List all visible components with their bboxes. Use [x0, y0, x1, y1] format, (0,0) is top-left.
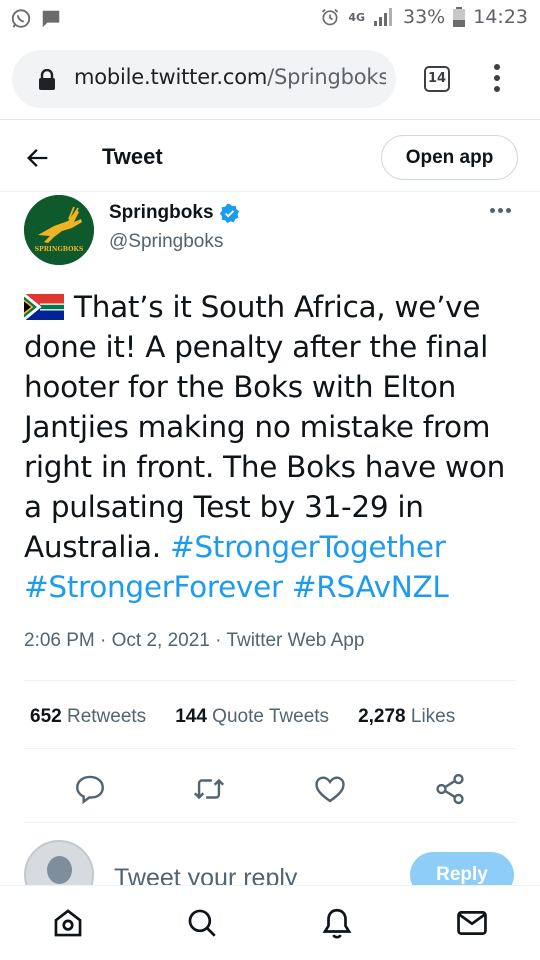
author-name[interactable]: Springboks — [109, 202, 240, 224]
hashtag-link[interactable]: #RSAvNZL — [292, 570, 449, 604]
clock: 14:23 — [473, 6, 528, 28]
messages-icon[interactable] — [455, 906, 489, 940]
springbok-logo-icon: SPRINGBOKS — [24, 195, 94, 265]
tweet-body: That’s it South Africa, we’ve done it! A… — [24, 287, 524, 607]
signal-icon — [374, 8, 392, 26]
reply-input[interactable]: Tweet your reply — [114, 864, 297, 885]
more-options-icon[interactable] — [490, 202, 516, 218]
divider — [24, 748, 516, 749]
quote-tweets-count: 144 — [175, 706, 207, 727]
tweet-actions — [0, 772, 540, 808]
alarm-icon — [322, 8, 339, 26]
tweet-timestamp[interactable]: 2:06 PM · Oct 2, 2021 · Twitter Web App — [24, 630, 364, 652]
hashtag-link[interactable]: #StrongerTogether — [170, 530, 446, 564]
tweet-stats: 652 Retweets 144 Quote Tweets 2,278 Like… — [30, 706, 484, 728]
tab-switcher-button[interactable]: 14 — [424, 66, 450, 92]
retweets-stat[interactable]: 652 Retweets — [30, 706, 146, 728]
open-app-button[interactable]: Open app — [381, 135, 518, 180]
url-path: /Springboks — [267, 65, 386, 89]
lock-icon[interactable] — [38, 69, 56, 91]
retweet-icon[interactable] — [192, 772, 226, 806]
reply-composer: Tweet your reply Reply — [0, 830, 540, 885]
quote-tweets-label: Quote Tweets — [212, 706, 330, 727]
page-title: Tweet — [102, 144, 163, 169]
search-icon[interactable] — [185, 906, 219, 940]
bottom-navigation — [0, 885, 540, 960]
battery-percent: 33% — [403, 6, 446, 28]
notifications-icon[interactable] — [320, 906, 354, 940]
tweet-header: Tweet Open app — [0, 124, 540, 192]
reply-icon[interactable] — [73, 772, 107, 806]
divider — [24, 680, 516, 681]
url-domain: mobile.twitter.com — [74, 65, 268, 89]
south-africa-flag-icon — [24, 294, 64, 320]
status-bar: 4G 33% 14:23 — [0, 0, 540, 38]
likes-stat[interactable]: 2,278 Likes — [358, 706, 455, 728]
user-avatar — [24, 840, 94, 885]
author-handle[interactable]: @Springboks — [109, 231, 223, 253]
browser-toolbar: mobile.twitter.com/Springboks 14 — [0, 38, 540, 120]
status-right: 4G 33% 14:23 — [320, 6, 528, 28]
network-type: 4G — [348, 10, 365, 24]
retweets-count: 652 — [30, 706, 62, 727]
address-bar[interactable]: mobile.twitter.com/Springboks — [12, 50, 396, 108]
url-text[interactable]: mobile.twitter.com/Springboks — [74, 65, 386, 89]
avatar-wordmark: SPRINGBOKS — [35, 246, 84, 253]
whatsapp-icon — [11, 9, 31, 28]
likes-count: 2,278 — [358, 706, 406, 727]
likes-label: Likes — [410, 706, 456, 727]
author-avatar[interactable]: SPRINGBOKS — [24, 195, 94, 265]
divider — [24, 822, 516, 823]
author-display-name: Springboks — [109, 202, 214, 223]
hashtag-link[interactable]: #StrongerForever — [24, 570, 283, 604]
back-arrow-icon[interactable] — [24, 144, 52, 172]
share-icon[interactable] — [433, 772, 467, 806]
status-left — [10, 8, 62, 30]
tweet-text: That’s it South Africa, we’ve done it! A… — [24, 290, 505, 564]
browser-menu-icon[interactable] — [489, 64, 505, 94]
like-icon[interactable] — [313, 772, 347, 806]
home-icon[interactable] — [51, 906, 85, 940]
chat-message-icon — [42, 10, 60, 28]
battery-icon — [453, 7, 466, 27]
retweets-label: Retweets — [66, 706, 147, 727]
verified-badge-icon — [219, 203, 239, 223]
quote-tweets-stat[interactable]: 144 Quote Tweets — [175, 706, 329, 728]
reply-button[interactable]: Reply — [410, 852, 514, 885]
